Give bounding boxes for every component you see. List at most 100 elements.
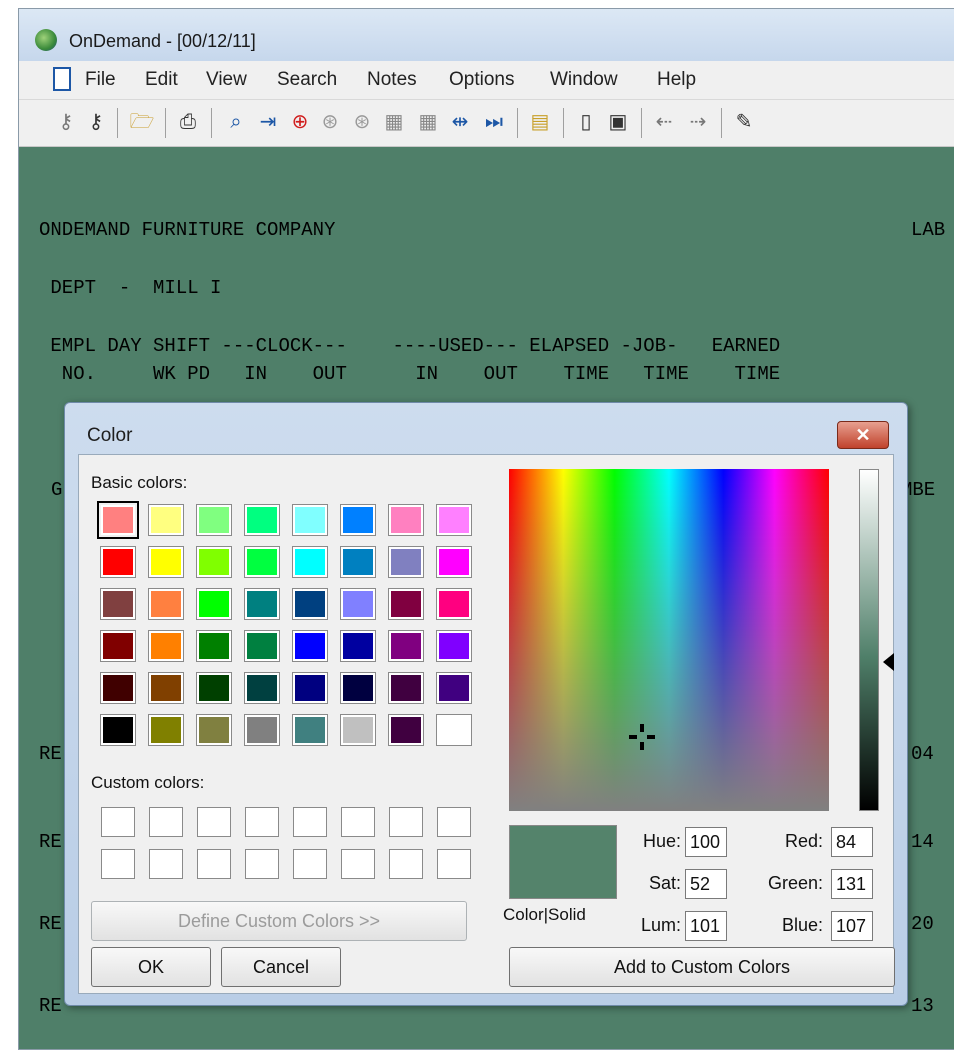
custom-color-swatch[interactable] [245,807,279,837]
window-icon[interactable]: ▣ [605,109,631,135]
basic-color-swatch[interactable] [340,630,376,662]
custom-color-swatch[interactable] [293,849,327,879]
sat-field[interactable] [685,869,727,899]
custom-color-swatch[interactable] [101,807,135,837]
disabled-nav-icon[interactable]: ⊛ [317,109,343,135]
find-icon[interactable]: ⌕ [223,109,249,135]
basic-color-swatch[interactable] [436,714,472,746]
basic-color-swatch[interactable] [148,714,184,746]
basic-color-swatch[interactable] [388,714,424,746]
menu-search[interactable]: Search [277,69,337,91]
menu-options[interactable]: Options [449,69,514,91]
properties-icon[interactable]: ✎ [731,109,757,135]
menu-file[interactable]: File [85,69,116,91]
green-field[interactable] [831,869,873,899]
custom-color-swatch[interactable] [389,807,423,837]
ok-button[interactable]: OK [91,947,211,987]
blue-field[interactable] [831,911,873,941]
custom-color-swatch[interactable] [197,807,231,837]
basic-color-swatch[interactable] [244,546,280,578]
custom-color-swatch[interactable] [437,849,471,879]
key-disabled-icon[interactable]: ⚷ [53,109,79,135]
open-folder-icon[interactable]: 🗁 [129,109,155,135]
luminance-arrow-icon[interactable] [883,653,894,671]
basic-color-swatch[interactable] [100,672,136,704]
basic-color-swatch[interactable] [196,630,232,662]
basic-color-swatch[interactable] [196,672,232,704]
color-spectrum[interactable] [509,469,829,811]
basic-color-swatch[interactable] [244,504,280,536]
basic-color-swatch[interactable] [340,714,376,746]
menu-edit[interactable]: Edit [145,69,178,91]
blank-page-icon[interactable]: ▯ [573,109,599,135]
custom-color-swatch[interactable] [245,849,279,879]
basic-color-swatch[interactable] [292,672,328,704]
note-icon[interactable]: ▤ [527,109,553,135]
basic-color-swatch[interactable] [388,546,424,578]
custom-color-swatch[interactable] [341,849,375,879]
basic-color-swatch[interactable] [436,588,472,620]
basic-color-swatch[interactable] [340,546,376,578]
custom-color-swatch[interactable] [341,807,375,837]
custom-color-swatch[interactable] [149,849,183,879]
basic-color-swatch[interactable] [292,588,328,620]
basic-color-swatch[interactable] [100,588,136,620]
basic-color-swatch[interactable] [436,630,472,662]
custom-color-swatch[interactable] [101,849,135,879]
basic-color-swatch[interactable] [244,588,280,620]
basic-color-swatch[interactable] [340,588,376,620]
luminance-slider[interactable] [859,469,879,811]
basic-color-swatch[interactable] [100,714,136,746]
basic-color-swatch[interactable] [148,630,184,662]
grid-disabled-icon[interactable]: ▦ [415,109,441,135]
custom-color-swatch[interactable] [149,807,183,837]
define-custom-colors-button[interactable]: Define Custom Colors >> [91,901,467,941]
document-icon[interactable] [53,67,71,91]
last-page-icon[interactable]: ⏭ [481,109,507,135]
custom-color-swatch[interactable] [197,849,231,879]
basic-color-swatch[interactable] [292,546,328,578]
basic-color-swatch[interactable] [244,672,280,704]
basic-color-swatch[interactable] [148,672,184,704]
basic-color-swatch[interactable] [148,504,184,536]
menu-notes[interactable]: Notes [367,69,417,91]
basic-color-swatch[interactable] [436,546,472,578]
basic-color-swatch[interactable] [292,630,328,662]
basic-color-swatch[interactable] [388,630,424,662]
basic-color-swatch[interactable] [100,546,136,578]
close-icon[interactable]: ✕ [837,421,889,449]
basic-color-swatch[interactable] [292,714,328,746]
basic-color-swatch[interactable] [196,504,232,536]
basic-color-swatch[interactable] [100,630,136,662]
basic-color-swatch[interactable] [244,714,280,746]
menu-view[interactable]: View [206,69,247,91]
basic-color-swatch[interactable] [388,588,424,620]
custom-color-swatch[interactable] [437,807,471,837]
key-icon[interactable]: ⚷ [83,109,109,135]
custom-color-swatch[interactable] [293,807,327,837]
target-icon[interactable]: ⊕ [287,109,313,135]
basic-color-swatch[interactable] [196,714,232,746]
basic-color-swatch[interactable] [97,501,139,539]
basic-color-swatch[interactable] [196,588,232,620]
add-to-custom-colors-button[interactable]: Add to Custom Colors [509,947,895,987]
menu-window[interactable]: Window [550,69,618,91]
basic-color-swatch[interactable] [244,630,280,662]
cancel-button[interactable]: Cancel [221,947,341,987]
hue-field[interactable] [685,827,727,857]
disabled-nav-icon[interactable]: ⊛ [349,109,375,135]
print-icon[interactable]: ⎙ [175,109,201,135]
basic-color-swatch[interactable] [196,546,232,578]
basic-color-swatch[interactable] [340,504,376,536]
goto-page-icon[interactable]: ⇥ [255,109,281,135]
basic-color-swatch[interactable] [148,588,184,620]
custom-color-swatch[interactable] [389,849,423,879]
basic-color-swatch[interactable] [292,504,328,536]
basic-color-swatch[interactable] [148,546,184,578]
next-icon[interactable]: ⇢ [685,109,711,135]
basic-color-swatch[interactable] [388,504,424,536]
grid-disabled-icon[interactable]: ▦ [381,109,407,135]
basic-color-swatch[interactable] [436,504,472,536]
menu-help[interactable]: Help [657,69,696,91]
basic-color-swatch[interactable] [340,672,376,704]
